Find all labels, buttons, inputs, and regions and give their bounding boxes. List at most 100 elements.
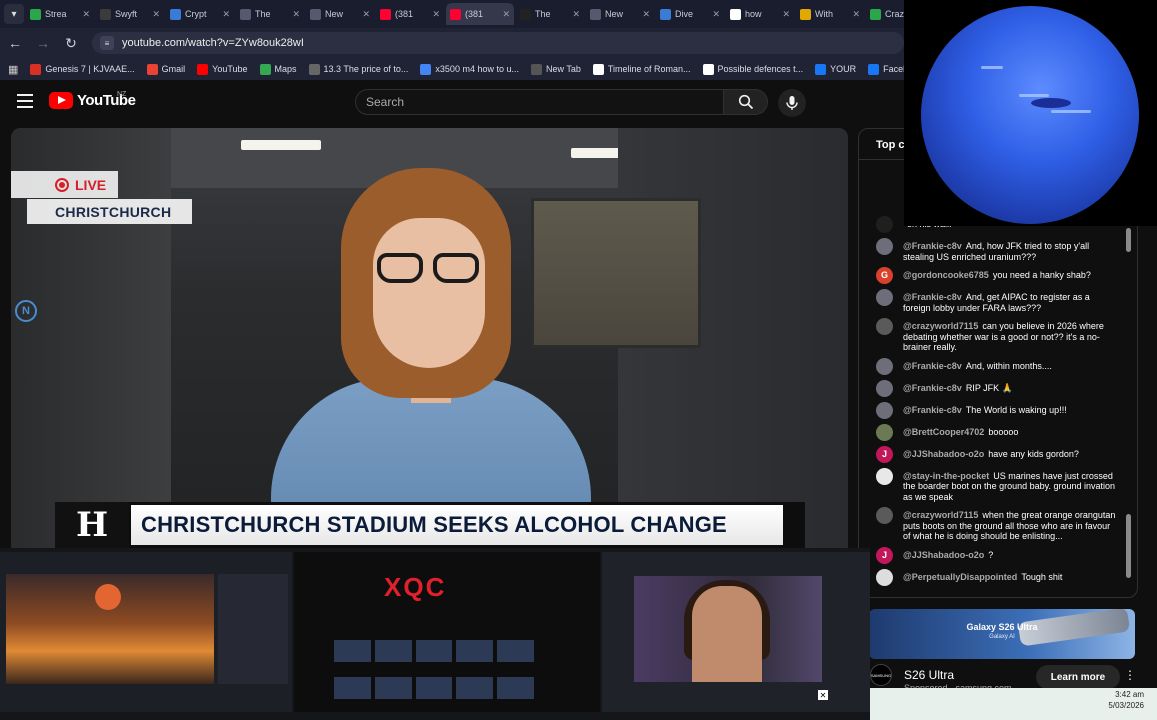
chat-username[interactable]: @crazyworld7115 (903, 321, 978, 331)
bookmark-item[interactable]: New Tab (530, 63, 581, 75)
chat-mode-selector[interactable]: Top c (876, 139, 905, 151)
chat-scroll-thumb[interactable] (1126, 228, 1131, 252)
apps-grid-icon[interactable]: ▦ (8, 63, 18, 76)
chat-message[interactable]: @crazyworld7115 when the great orange ora… (859, 507, 1129, 542)
thumbnail-window-webcam[interactable] (602, 552, 870, 712)
chat-username[interactable]: @gordoncooke6785 (903, 270, 989, 280)
chat-avatar[interactable] (876, 318, 893, 335)
search-input[interactable]: Search (355, 89, 724, 115)
chat-avatar[interactable] (876, 467, 893, 485)
chat-username[interactable]: @Frankie-c8v (903, 383, 962, 393)
site-info-icon[interactable]: ≡ (100, 36, 114, 50)
chat-username[interactable]: @JJShabadoo-o2o (903, 550, 984, 560)
forward-arrow-icon[interactable]: → (34, 34, 52, 52)
browser-tab[interactable]: The ✕ (236, 3, 304, 25)
chat-username[interactable]: @Frankie-c8v (903, 241, 962, 251)
ad-title[interactable]: S26 Ultra (904, 668, 954, 682)
browser-tab[interactable]: With ✕ (796, 3, 864, 25)
ad-banner-image[interactable]: Galaxy S26 Ultra Galaxy AI (869, 609, 1135, 659)
clock-time[interactable]: 3:42 am (1115, 690, 1144, 699)
chat-avatar[interactable] (876, 379, 893, 397)
chat-username[interactable]: @Frankie-c8v (903, 361, 962, 371)
more-vert-icon[interactable]: ⋮ (1124, 668, 1136, 682)
chat-avatar[interactable]: G (876, 267, 893, 284)
browser-tab[interactable]: The ✕ (516, 3, 584, 25)
voice-search-button[interactable] (778, 89, 806, 117)
clock-date[interactable]: 5/03/2026 (1108, 701, 1144, 710)
chat-message[interactable]: J @JJShabadoo-o2o have any kids gordon? (859, 445, 1129, 463)
chat-username[interactable]: @Frankie-c8v (903, 292, 962, 302)
bookmark-item[interactable]: Facebook green (868, 63, 904, 75)
tab-close-icon[interactable]: ✕ (572, 9, 580, 20)
reload-icon[interactable]: ↻ (62, 34, 80, 52)
chat-message[interactable]: G @gordoncooke6785 you need a hanky shab? (859, 267, 1129, 284)
chat-scrollbar[interactable] (1125, 224, 1133, 594)
chat-message[interactable]: @stay-in-the-pocket US marines have just … (859, 467, 1129, 503)
chat-avatar[interactable]: J (876, 546, 893, 564)
browser-tab[interactable]: New ✕ (586, 3, 654, 25)
bookmark-item[interactable]: YOUR (815, 63, 856, 75)
bookmark-item[interactable]: Genesis 7 | KJVAAE... (30, 63, 135, 75)
chat-username[interactable]: @stay-in-the-pocket (903, 471, 989, 481)
chat-avatar[interactable] (876, 216, 893, 233)
tab-close-icon[interactable]: ✕ (362, 9, 370, 20)
chat-avatar[interactable] (876, 238, 893, 255)
chat-message[interactable]: @Frankie-c8v And, within months.... (859, 357, 1129, 375)
browser-tab[interactable]: Swyft ✕ (96, 3, 164, 25)
chat-message[interactable]: @Frankie-c8v And, get AIPAC to register a… (859, 289, 1129, 313)
chat-username[interactable]: @Frankie-c8v (903, 405, 962, 415)
tab-close-icon[interactable]: ✕ (642, 9, 650, 20)
bookmark-item[interactable]: 13.3 The price of to... (308, 63, 408, 75)
browser-tab[interactable]: Crypt ✕ (166, 3, 234, 25)
tab-close-icon[interactable]: ✕ (222, 9, 230, 20)
chat-username[interactable]: @JJShabadoo-o2o (903, 449, 984, 459)
tab-close-icon[interactable]: ✕ (502, 9, 510, 20)
search-button[interactable] (724, 89, 768, 115)
tab-close-icon[interactable]: ✕ (292, 9, 300, 20)
tab-close-icon[interactable]: ✕ (852, 9, 860, 20)
chat-avatar[interactable] (876, 357, 893, 375)
chat-avatar[interactable] (876, 568, 893, 586)
chat-message[interactable]: @Frankie-c8v RIP JFK 🙏 (859, 379, 1129, 397)
tab-close-icon[interactable]: ✕ (82, 9, 90, 20)
browser-tab[interactable]: Craz✕ (866, 3, 904, 25)
bookmark-item[interactable]: Timeline of Roman... (592, 63, 691, 75)
chat-avatar[interactable] (876, 423, 893, 441)
chat-message[interactable]: J @JJShabadoo-o2o? (859, 546, 1129, 564)
bookmark-item[interactable]: Possible defences t... (702, 63, 803, 75)
chat-message[interactable]: @Frankie-c8v And, how JFK tried to stop y… (859, 238, 1129, 262)
bookmark-item[interactable]: Gmail (146, 63, 185, 75)
tab-close-icon[interactable]: ✕ (782, 9, 790, 20)
tab-close-icon[interactable]: ✕ (712, 9, 720, 20)
chat-message[interactable]: @Frankie-c8v The World is waking up!!! (859, 401, 1129, 419)
chat-scroll-thumb[interactable] (1126, 514, 1131, 578)
bookmark-item[interactable]: Maps (259, 63, 297, 75)
chat-username[interactable]: @PerpetuallyDisappointed (903, 572, 1017, 582)
chat-avatar[interactable]: J (876, 445, 893, 463)
browser-tab[interactable]: Dive ✕ (656, 3, 724, 25)
thumbnail-window-stream[interactable]: XQC (294, 552, 600, 712)
chat-message[interactable]: @crazyworld7115 can you believe in 2026 w… (859, 318, 1129, 353)
url-bar[interactable]: ≡ youtube.com/watch?v=ZYw8ouk28wI (92, 32, 904, 54)
chat-message[interactable]: @BrettCooper4702 booooo (859, 423, 1129, 441)
thumbnail-window-news[interactable] (0, 552, 292, 712)
browser-tab[interactable]: (381 ✕ (376, 3, 444, 25)
bookmark-item[interactable]: x3500 m4 how to u... (420, 63, 519, 75)
menu-icon[interactable] (17, 94, 33, 108)
chat-message[interactable]: @PerpetuallyDisappointed Tough shit (859, 568, 1129, 586)
chat-username[interactable]: @crazyworld7115 (903, 510, 978, 520)
video-player[interactable]: LIVE CHRISTCHURCH N H CHRISTCHURCH STADI… (11, 128, 848, 548)
close-icon[interactable]: ✕ (818, 690, 828, 700)
chat-avatar[interactable] (876, 289, 893, 306)
tab-close-icon[interactable]: ✕ (152, 9, 160, 20)
learn-more-button[interactable]: Learn more (1036, 665, 1120, 689)
browser-tab[interactable]: how ✕ (726, 3, 794, 25)
chat-username[interactable]: @BrettCooper4702 (903, 427, 984, 437)
bookmark-item[interactable]: YouTube (197, 63, 248, 75)
browser-tab[interactable]: (381 ✕ (446, 3, 514, 25)
tab-close-icon[interactable]: ✕ (432, 9, 440, 20)
chat-avatar[interactable] (876, 401, 893, 419)
back-arrow-icon[interactable]: ← (6, 34, 24, 52)
tab-search-chevron-icon[interactable]: ▾ (4, 4, 24, 24)
browser-tab[interactable]: Strea ✕ (26, 3, 94, 25)
